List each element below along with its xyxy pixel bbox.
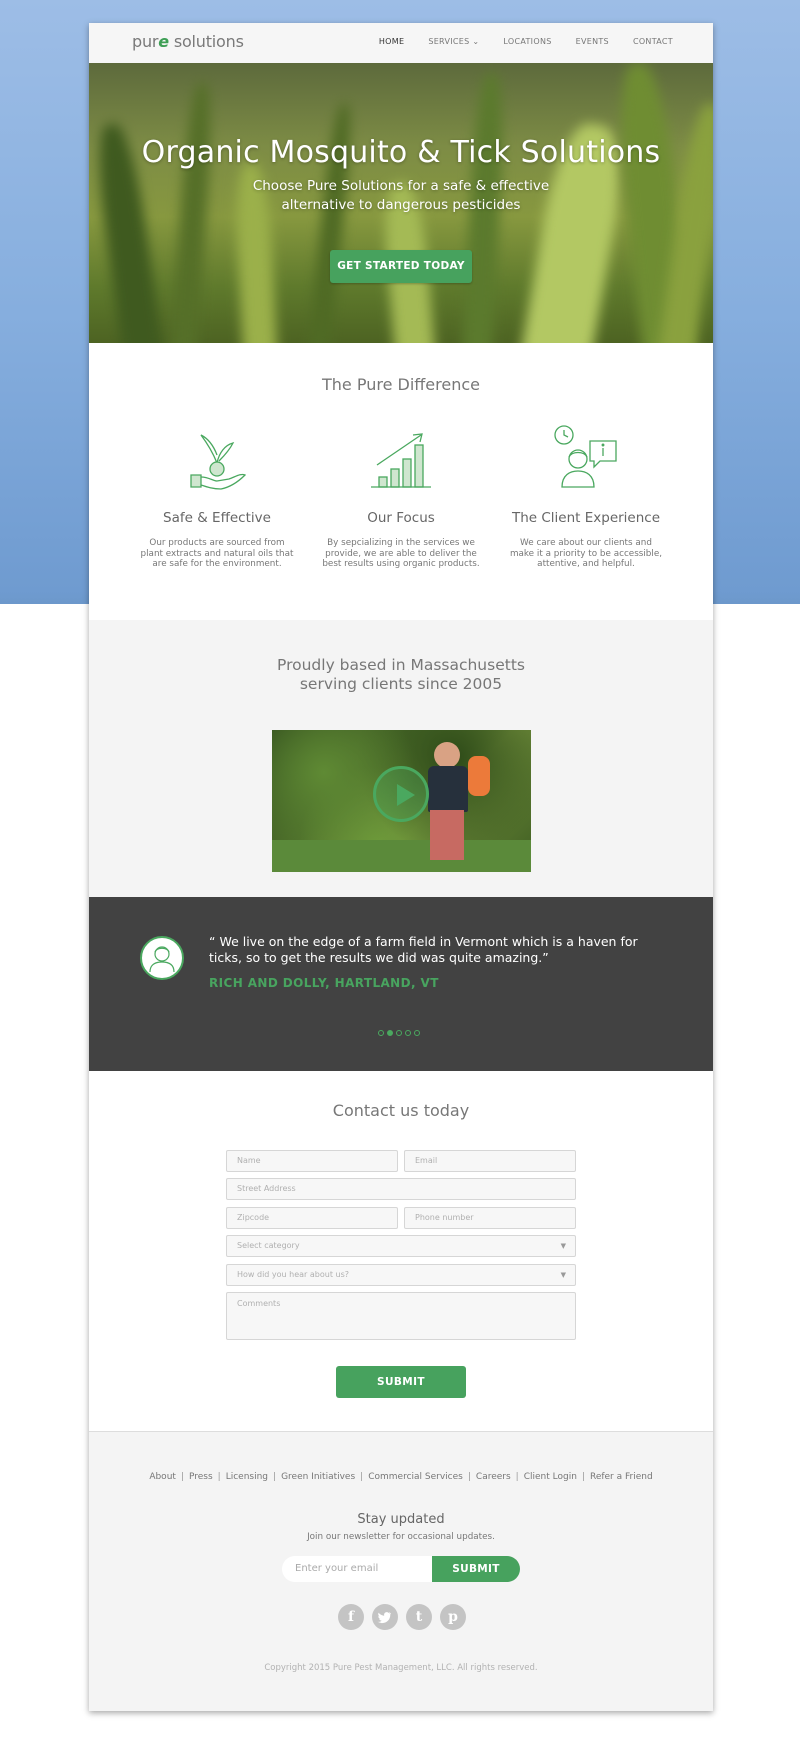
footer-link-about[interactable]: About [149,1472,176,1482]
about-title: Proudly based in Massachusetts serving c… [89,656,713,694]
video-player[interactable] [272,730,531,872]
street-address-field[interactable]: Street Address [226,1178,576,1200]
site-footer: About | Press | Licensing | Green Initiatives |… [89,1431,713,1711]
contact-section: Contact us today Name Email Street Addre… [89,1071,713,1431]
video-ground [272,840,531,872]
newsletter-submit-button[interactable]: SUBMIT [432,1556,520,1582]
feature-card: The Client Experience We care about our … [501,423,671,570]
carousel-dot[interactable] [405,1030,411,1036]
footer-link-client-login[interactable]: Client Login [524,1472,577,1482]
logo-text-rest: solutions [168,32,244,51]
play-icon[interactable] [373,766,429,822]
nav-services-label: SERVICES [428,37,470,46]
contact-submit-button[interactable]: SUBMIT [336,1366,466,1398]
sprayer-tank [468,756,490,796]
avatar [140,936,184,980]
hero-subtitle-line-1: Choose Pure Solutions for a safe & effec… [252,178,550,194]
nav-locations[interactable]: LOCATIONS [503,37,551,46]
footer-link-refer-a-friend[interactable]: Refer a Friend [590,1472,653,1482]
hero-subtitle-line-2: alternative to dangerous pesticides [281,197,521,213]
person-figure [434,742,460,768]
twitter-bird-glyph [377,1612,391,1624]
hero-title: Organic Mosquito & Tick Solutions [141,135,661,170]
zipcode-field[interactable]: Zipcode [226,1207,398,1229]
carousel-dot[interactable] [414,1030,420,1036]
chevron-down-icon: ⌄ [472,37,480,46]
about-section: Proudly based in Massachusetts serving c… [89,620,713,897]
carousel-dot[interactable] [378,1030,384,1036]
dropdown-arrow-icon: ▼ [560,1271,566,1279]
phone-field[interactable]: Phone number [404,1207,576,1229]
carousel-dot-active[interactable] [387,1030,393,1036]
feature-title: Safe & Effective [163,510,271,526]
section-title: The Pure Difference [322,375,480,394]
logo-text: pur [132,32,159,51]
social-links: f t p [338,1604,466,1630]
link-separator: | [581,1472,585,1482]
contact-title: Contact us today [332,1101,470,1120]
top-navigation: pure solutions HOME SERVICES ⌄ LOCATIONS… [89,23,713,63]
site-page: pure solutions HOME SERVICES ⌄ LOCATIONS… [89,23,713,1711]
plant-in-hand-icon [190,434,247,490]
about-title-line-2: serving clients since 2005 [299,675,503,693]
logo-accent-letter: e [158,32,169,51]
pinterest-icon[interactable]: p [440,1604,466,1630]
referral-select[interactable]: How did you hear about us? ▼ [226,1264,576,1286]
pure-difference-section: The Pure Difference Safe & Effective Our… [89,343,713,620]
facebook-icon[interactable]: f [338,1604,364,1630]
footer-link-licensing[interactable]: Licensing [226,1472,268,1482]
testimonial-section: “ We live on the edge of a farm field in… [89,897,713,1071]
comments-textarea[interactable]: Comments [226,1292,576,1340]
get-started-button[interactable]: GET STARTED TODAY [330,250,472,283]
footer-link-commercial-services[interactable]: Commercial Services [368,1472,463,1482]
feature-card: Our Focus By sepcializing in the service… [316,423,486,570]
nav-services[interactable]: SERVICES ⌄ [428,37,479,46]
growth-chart-icon [371,433,431,488]
footer-link-careers[interactable]: Careers [476,1472,511,1482]
feature-title: Our Focus [367,510,435,526]
testimonial-quote: “ We live on the edge of a farm field in… [209,934,638,965]
client-support-icon [554,425,617,488]
copyright-text: Copyright 2015 Pure Pest Management, LLC… [264,1663,538,1673]
footer-link-green-initiatives[interactable]: Green Initiatives [281,1472,355,1482]
nav-home[interactable]: HOME [379,37,404,46]
dropdown-arrow-icon: ▼ [560,1242,566,1250]
link-separator: | [467,1472,471,1482]
newsletter-subtitle: Join our newsletter for occasional updat… [307,1532,495,1542]
about-title-line-1: Proudly based in Massachusetts [277,656,525,674]
person-figure [428,766,468,812]
feature-text: By sepcializing in the services we provi… [322,538,480,569]
category-select[interactable]: Select category ▼ [226,1235,576,1257]
feature-card: Safe & Effective Our products are source… [132,423,302,570]
twitter-icon[interactable] [372,1604,398,1630]
testimonial-author: RICH AND DOLLY, HARTLAND, VT [209,976,439,990]
feature-text: Our products are sourced from plant extr… [140,538,294,569]
link-separator: | [360,1472,364,1482]
referral-select-label: How did you hear about us? [237,1270,349,1279]
user-avatar-icon [149,946,175,973]
nav-events[interactable]: EVENTS [576,37,609,46]
footer-links: About | Press | Licensing | Green Initiatives |… [89,1472,713,1482]
email-field[interactable]: Email [404,1150,576,1172]
footer-link-press[interactable]: Press [189,1472,213,1482]
hero-subtitle: Choose Pure Solutions for a safe & effec… [201,177,601,215]
feature-title: The Client Experience [511,510,661,526]
name-field[interactable]: Name [226,1150,398,1172]
nav-links: HOME SERVICES ⌄ LOCATIONS EVENTS CONTACT [379,37,673,46]
newsletter-email-input[interactable]: Enter your email [282,1556,432,1582]
carousel-dots [378,1030,420,1036]
person-figure [430,810,464,860]
link-separator: | [515,1472,519,1482]
newsletter-title: Stay updated [357,1512,445,1527]
site-logo[interactable]: pure solutions [132,32,244,51]
nav-contact[interactable]: CONTACT [633,37,673,46]
link-separator: | [217,1472,221,1482]
hero-banner: Organic Mosquito & Tick Solutions Choose… [89,63,713,343]
carousel-dot[interactable] [396,1030,402,1036]
category-select-label: Select category [237,1241,300,1250]
feature-text: We care about our clients and make it a … [509,538,663,569]
link-separator: | [273,1472,277,1482]
link-separator: | [180,1472,184,1482]
tumblr-icon[interactable]: t [406,1604,432,1630]
